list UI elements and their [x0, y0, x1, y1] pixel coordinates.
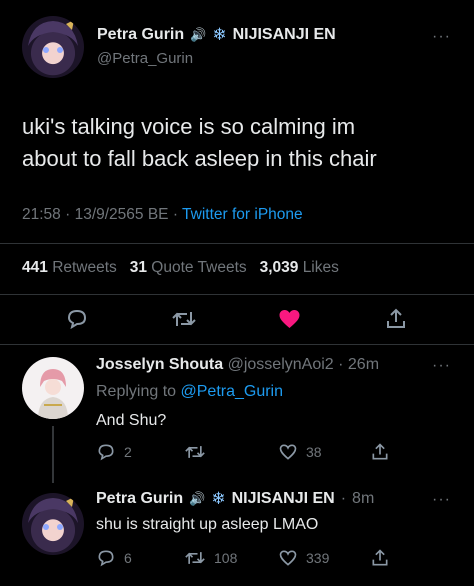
reply-button[interactable]: 6: [96, 548, 132, 568]
more-options-icon[interactable]: ···: [432, 28, 451, 46]
share-icon: [387, 308, 405, 328]
quotes-stat[interactable]: 31 Quote Tweets: [130, 259, 247, 276]
share-button[interactable]: [384, 307, 408, 331]
more-options-icon[interactable]: ···: [432, 491, 451, 509]
tweet-time[interactable]: 21:58: [22, 206, 61, 223]
meta-separator: ·: [340, 490, 347, 507]
thread-line: [52, 426, 54, 483]
divider: [0, 243, 474, 244]
author-line: Petra Gurin 🔊 ❄ NIJISANJI EN: [97, 25, 336, 45]
retweet-icon: [185, 446, 205, 458]
like-button[interactable]: 339: [278, 548, 329, 568]
retweets-label: Retweets: [52, 259, 117, 276]
avatar-art: [28, 20, 78, 53]
reply-icon: [98, 550, 114, 567]
author-badge: NIJISANJI EN: [232, 26, 336, 43]
reply-age[interactable]: 8m: [352, 490, 374, 508]
retweet-icon: [172, 312, 196, 326]
like-count: 339: [306, 550, 330, 566]
tweet-text-line: about to fall back asleep in this chair: [22, 146, 377, 171]
retweets-count: 441: [22, 259, 48, 276]
reply-count: 2: [124, 444, 132, 460]
like-count: 38: [306, 444, 322, 460]
more-options-icon[interactable]: ···: [432, 357, 451, 375]
heart-icon: [279, 550, 297, 566]
replying-to-label: Replying to: [96, 383, 177, 400]
retweet-count: 108: [214, 550, 238, 566]
reply-header: Petra Gurin 🔊 ❄ NIJISANJI EN · 8m: [96, 489, 374, 509]
reply-icon: [98, 444, 114, 461]
reply-button[interactable]: 2: [96, 442, 132, 462]
snowflake-icon: ❄: [211, 489, 226, 508]
likes-label: Likes: [302, 259, 339, 276]
tweet-text: uki's talking voice is so calming im abo…: [22, 111, 377, 175]
avatar-art: [28, 497, 78, 530]
tweet-meta: 21:58 · 13/9/2565 BE · Twitter for iPhon…: [22, 206, 303, 224]
retweets-stat[interactable]: 441 Retweets: [22, 259, 117, 276]
likes-count: 3,039: [259, 259, 299, 276]
reply-handle[interactable]: @josselynAoi2: [228, 356, 334, 373]
sound-icon: 🔊: [189, 491, 206, 506]
meta-separator: ·: [333, 356, 348, 373]
reply-age[interactable]: 26m: [348, 356, 379, 373]
retweet-button[interactable]: [184, 442, 214, 462]
like-button[interactable]: [277, 307, 302, 331]
tweet-date[interactable]: 13/9/2565 BE: [75, 206, 169, 223]
reply-button[interactable]: [65, 307, 89, 331]
sound-icon: 🔊: [190, 27, 207, 42]
divider: [0, 344, 474, 345]
avatar[interactable]: [22, 357, 84, 419]
tweet-client[interactable]: Twitter for iPhone: [182, 206, 303, 223]
replying-to-line: Replying to @Petra_Gurin: [96, 383, 283, 401]
avatar-art: [38, 369, 68, 419]
heart-filled-icon: [279, 310, 300, 328]
reply-header: Josselyn Shouta @josselynAoi2 · 26m: [96, 356, 379, 374]
retweet-icon: [185, 552, 205, 564]
author-handle[interactable]: @Petra_Gurin: [97, 50, 193, 67]
author-badge: NIJISANJI EN: [231, 490, 335, 507]
divider: [0, 294, 474, 295]
share-icon: [372, 443, 388, 460]
snowflake-icon: ❄: [212, 25, 227, 44]
tweet-text-line: uki's talking voice is so calming im: [22, 114, 356, 139]
reply-text: shu is straight up asleep LMAO: [96, 516, 319, 533]
quotes-count: 31: [129, 259, 147, 276]
reply-author-name[interactable]: Josselyn Shouta: [96, 356, 223, 373]
reply-author-name[interactable]: Petra Gurin: [96, 490, 183, 508]
like-button[interactable]: 38: [278, 442, 322, 462]
heart-icon: [279, 444, 297, 460]
avatar[interactable]: [22, 493, 84, 555]
share-icon: [372, 549, 388, 566]
meta-separator: ·: [172, 206, 183, 223]
likes-stat[interactable]: 3,039 Likes: [260, 259, 339, 276]
replying-to-handle[interactable]: @Petra_Gurin: [181, 383, 284, 400]
avatar[interactable]: [22, 16, 84, 78]
retweet-button[interactable]: [171, 307, 197, 331]
retweet-button[interactable]: 108: [184, 548, 237, 568]
reply-count: 6: [124, 550, 132, 566]
share-button[interactable]: [370, 442, 390, 462]
meta-separator: ·: [65, 206, 75, 223]
reply-text: And Shu?: [96, 412, 167, 429]
author-name[interactable]: Petra Gurin: [97, 26, 184, 44]
quotes-label: Quote Tweets: [151, 259, 247, 276]
share-button[interactable]: [370, 548, 390, 568]
tweet-stats: 441 Retweets 31 Quote Tweets 3,039 Likes: [22, 259, 339, 277]
reply-icon: [67, 309, 87, 330]
